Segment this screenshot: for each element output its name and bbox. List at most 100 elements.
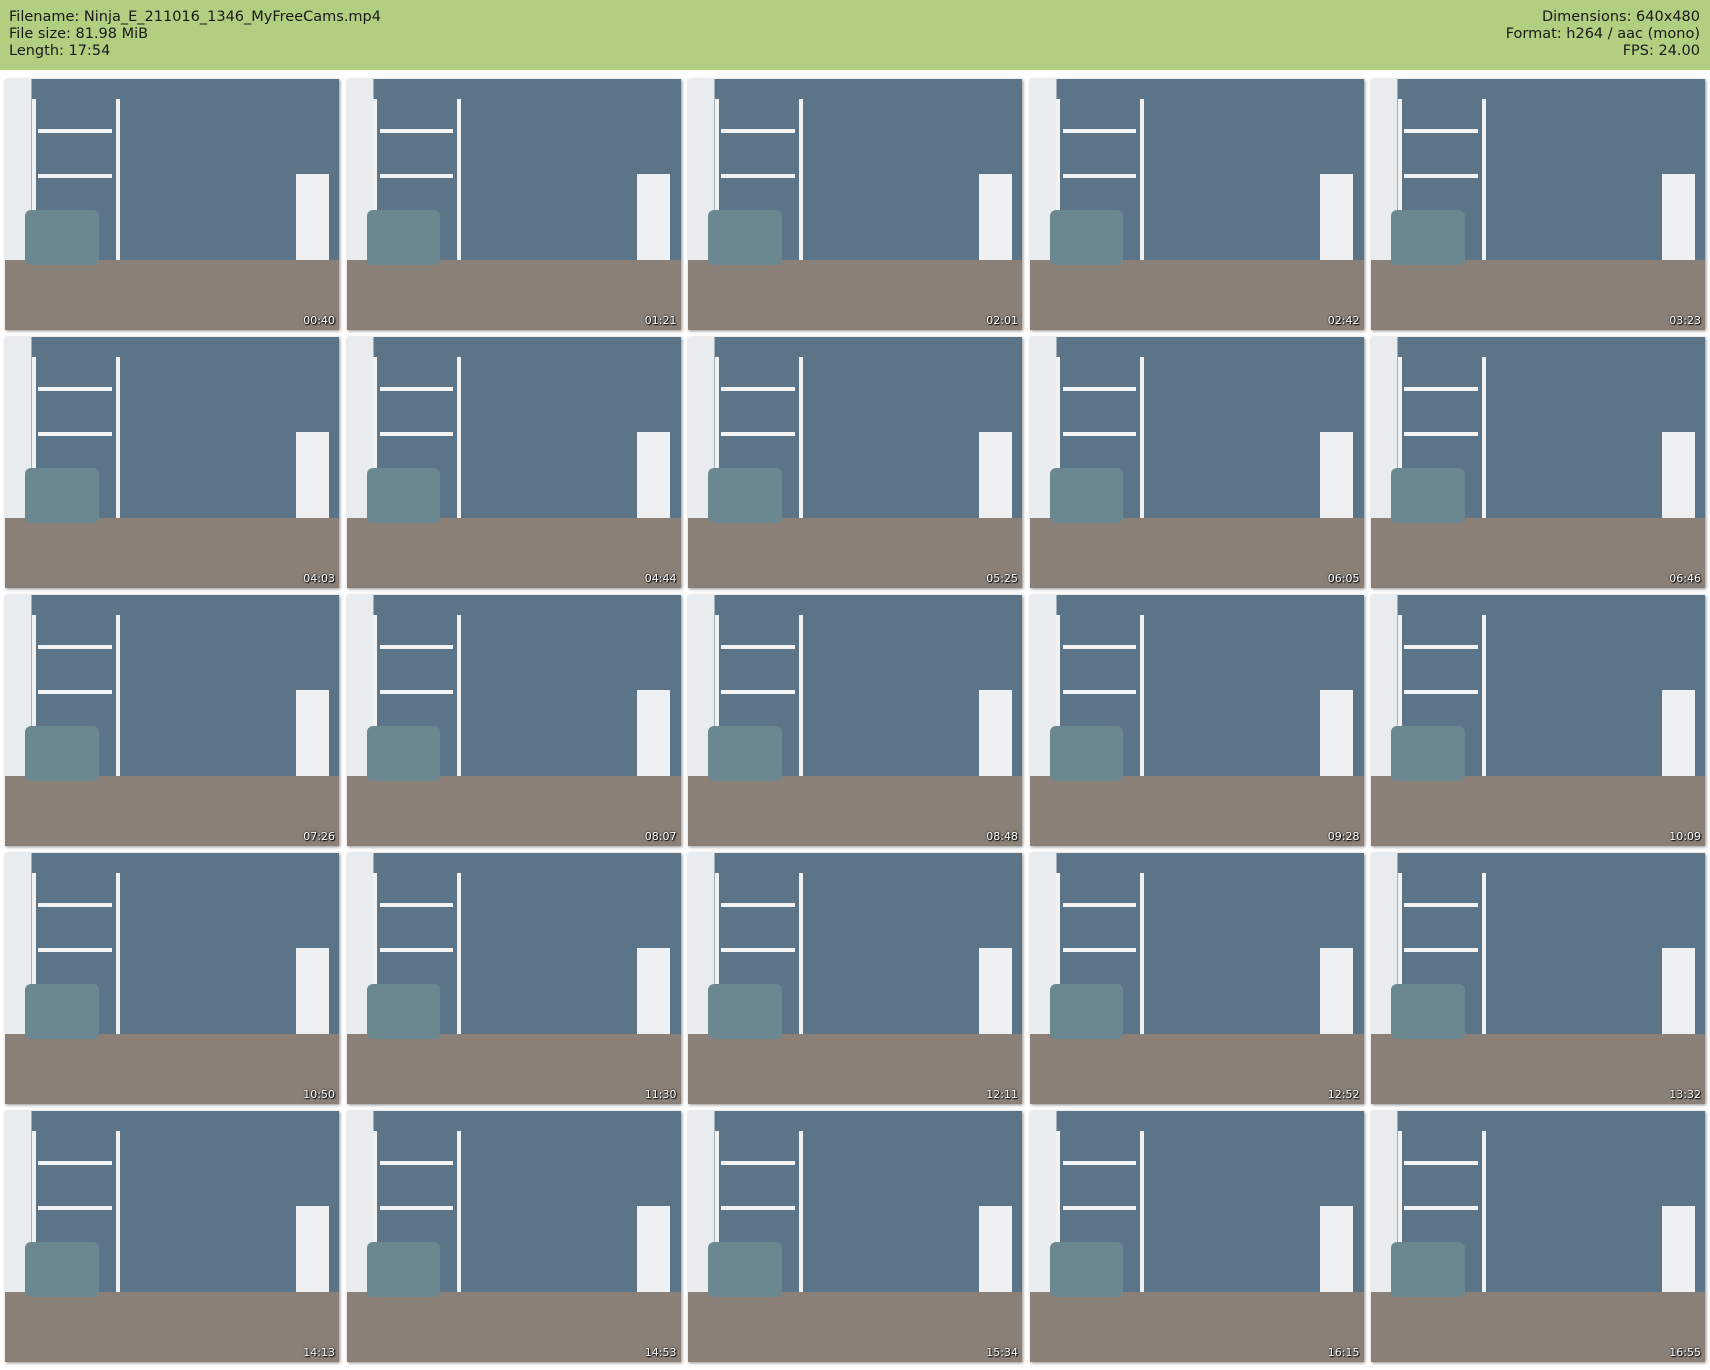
shelf [721, 1206, 795, 1211]
shelf [379, 948, 454, 953]
sofa [366, 209, 440, 265]
floor [1029, 517, 1364, 588]
thumbnail-grid: 00:40 01:21 02:01 02:42 03:23 04:03 04:44 05:25… [5, 79, 1705, 1362]
floor [5, 1291, 339, 1362]
floor [346, 1291, 681, 1362]
timestamp-label: 12:11 [986, 1088, 1018, 1101]
shelf [1062, 948, 1137, 953]
timestamp-label: 04:44 [644, 572, 677, 585]
shelf [1062, 129, 1137, 134]
appliance [637, 948, 671, 1037]
shelf [379, 690, 454, 695]
timestamp-label: 15:34 [986, 1346, 1018, 1359]
shelf [721, 645, 795, 650]
floor [688, 1033, 1022, 1104]
timestamp-label: 16:55 [1669, 1346, 1701, 1359]
floor [1029, 1291, 1364, 1362]
floor [5, 517, 339, 588]
timestamp-label: 02:01 [986, 314, 1018, 327]
video-frame-thumbnail: 14:53 [346, 1111, 681, 1362]
shelf [1404, 948, 1478, 953]
sofa [708, 467, 782, 523]
sofa [1049, 725, 1123, 781]
appliance [978, 690, 1012, 779]
shelf [379, 1206, 454, 1211]
sofa [1391, 209, 1465, 265]
shelf [1062, 432, 1137, 437]
length-label: Length: 17:54 [9, 43, 111, 59]
sofa [25, 1241, 99, 1297]
floor [1029, 259, 1364, 330]
shelf [379, 903, 454, 908]
video-frame-thumbnail: 08:48 [688, 595, 1022, 846]
shelf [379, 645, 454, 650]
shelf [38, 1206, 112, 1211]
video-frame-thumbnail: 05:25 [688, 337, 1022, 588]
floor [1029, 775, 1364, 846]
appliance [295, 1206, 329, 1295]
timestamp-label: 03:23 [1669, 314, 1701, 327]
shelf [1062, 174, 1137, 179]
shelf [1404, 387, 1478, 392]
timestamp-label: 00:40 [303, 314, 335, 327]
floor [5, 1033, 339, 1104]
file-info-right: Dimensions: 640x480 Format: h264 / aac (… [1506, 9, 1700, 60]
fps-label: FPS: 24.00 [1622, 43, 1700, 59]
floor [1371, 775, 1705, 846]
shelf [379, 174, 454, 179]
video-frame-thumbnail: 02:42 [1029, 79, 1364, 330]
appliance [1320, 948, 1354, 1037]
shelf [1404, 129, 1478, 134]
shelf [38, 1161, 112, 1166]
appliance [295, 948, 329, 1037]
file-info-left: Filename: Ninja_E_211016_1346_MyFreeCams… [9, 9, 381, 60]
timestamp-label: 01:21 [644, 314, 677, 327]
video-frame-thumbnail: 10:50 [5, 853, 339, 1104]
timestamp-label: 14:13 [303, 1346, 335, 1359]
sofa [1391, 467, 1465, 523]
floor [1371, 1291, 1705, 1362]
floor [1371, 259, 1705, 330]
sofa [1049, 983, 1123, 1039]
video-frame-thumbnail: 06:46 [1371, 337, 1705, 588]
appliance [978, 948, 1012, 1037]
appliance [295, 690, 329, 779]
floor [1029, 1033, 1364, 1104]
video-frame-thumbnail: 13:32 [1371, 853, 1705, 1104]
sofa [1391, 983, 1465, 1039]
shelf [1404, 645, 1478, 650]
shelf [379, 432, 454, 437]
video-frame-thumbnail: 11:30 [346, 853, 681, 1104]
appliance [1661, 1206, 1695, 1295]
appliance [1320, 432, 1354, 521]
shelf [379, 387, 454, 392]
shelf [721, 387, 795, 392]
shelf [379, 129, 454, 134]
shelf [1062, 1206, 1137, 1211]
appliance [637, 174, 671, 263]
shelf [1404, 903, 1478, 908]
sofa [1049, 209, 1123, 265]
video-frame-thumbnail: 15:34 [688, 1111, 1022, 1362]
timestamp-label: 05:25 [986, 572, 1018, 585]
filename-label: Filename: Ninja_E_211016_1346_MyFreeCams… [9, 9, 381, 25]
video-frame-thumbnail: 04:44 [346, 337, 681, 588]
appliance [1320, 690, 1354, 779]
timestamp-label: 07:26 [303, 830, 335, 843]
video-frame-thumbnail: 08:07 [346, 595, 681, 846]
shelf [38, 645, 112, 650]
timestamp-label: 06:46 [1669, 572, 1701, 585]
sofa [708, 1241, 782, 1297]
timestamp-label: 02:42 [1327, 314, 1360, 327]
shelf [38, 387, 112, 392]
video-frame-thumbnail: 10:09 [1371, 595, 1705, 846]
appliance [1661, 174, 1695, 263]
shelf [721, 903, 795, 908]
timestamp-label: 11:30 [644, 1088, 677, 1101]
sofa [25, 209, 99, 265]
video-frame-thumbnail: 00:40 [5, 79, 339, 330]
appliance [1661, 690, 1695, 779]
appliance [1661, 432, 1695, 521]
timestamp-label: 13:32 [1669, 1088, 1701, 1101]
floor [346, 259, 681, 330]
